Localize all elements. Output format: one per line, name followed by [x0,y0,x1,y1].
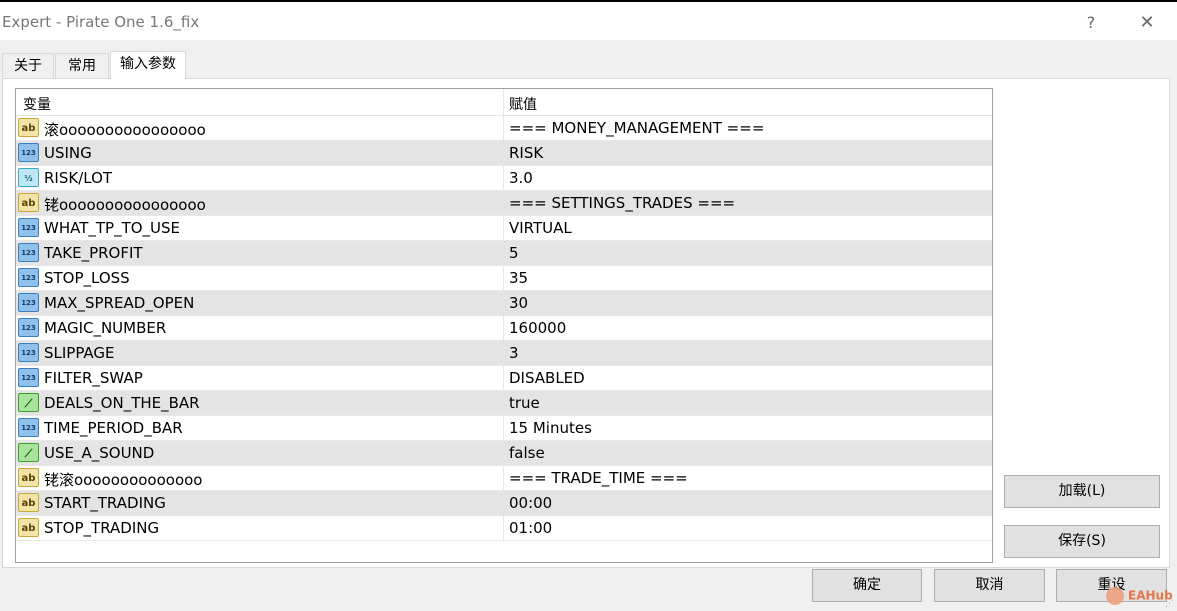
table-row[interactable]: 123 MAX_SPREAD_OPEN 30 [16,291,992,316]
table-row[interactable]: 123 MAGIC_NUMBER 160000 [16,316,992,341]
string-type-icon: ab [18,193,39,212]
int-type-icon: 123 [18,218,39,237]
parameter-name: 滚oooooooooooooooo [44,121,206,139]
parameter-value[interactable]: === MONEY_MANAGEMENT === [509,119,764,137]
bool-type-icon: ⟋ [18,393,39,412]
parameter-name: USE_A_SOUND [44,444,155,462]
parameter-value[interactable]: 15 Minutes [509,419,592,437]
help-icon[interactable]: ? [1076,10,1106,36]
parameter-value[interactable]: RISK [509,144,543,162]
parameter-value[interactable]: VIRTUAL [509,219,572,237]
table-row[interactable]: ab 铑oooooooooooooooo === SETTINGS_TRADES =… [16,191,992,216]
inputs-panel: 变量 赋值 ab 滚oooooooooooooooo === MONEY_MANAG… [2,78,1170,568]
table-row[interactable]: 123 TAKE_PROFIT 5 [16,241,992,266]
parameter-name: FILTER_SWAP [44,369,143,387]
parameter-name: 铑oooooooooooooooo [44,196,206,214]
string-type-icon: ab [18,493,39,512]
parameter-name: START_TRADING [44,494,166,512]
table-row[interactable]: 123 SLIPPAGE 3 [16,341,992,366]
resize-grip-icon[interactable]: ⋰ [1165,599,1175,609]
int-type-icon: 123 [18,143,39,162]
parameter-value[interactable]: === TRADE_TIME === [509,469,688,487]
parameter-name: DEALS_ON_THE_BAR [44,394,200,412]
parameter-value[interactable]: 3.0 [509,169,533,187]
parameter-name: 铑滚oooooooooooooo [44,471,203,489]
parameter-name: TAKE_PROFIT [44,244,143,262]
ok-button[interactable]: 确定 [812,569,922,602]
load-button[interactable]: 加载(L) [1004,475,1160,508]
int-type-icon: 123 [18,268,39,287]
parameter-value[interactable]: true [509,394,540,412]
parameter-name: STOP_TRADING [44,519,160,537]
parameter-value[interactable]: 160000 [509,319,566,337]
tab-inputs[interactable]: 输入参数 [110,51,186,79]
parameter-name: TIME_PERIOD_BAR [44,419,183,437]
parameter-value[interactable]: 01:00 [509,519,552,537]
parameter-value[interactable]: 35 [509,269,528,287]
parameter-name: RISK/LOT [44,169,113,187]
int-type-icon: 123 [18,368,39,387]
table-row[interactable]: ab START_TRADING 00:00 [16,491,992,516]
table-row[interactable]: 123 STOP_LOSS 35 [16,266,992,291]
table-row[interactable]: ½ RISK/LOT 3.0 [16,166,992,191]
table-row[interactable]: 123 WHAT_TP_TO_USE VIRTUAL [16,216,992,241]
parameter-value[interactable]: 3 [509,344,519,362]
table-row[interactable]: ⟋ USE_A_SOUND false [16,441,992,466]
column-header-variable[interactable]: 变量 [23,94,51,114]
parameters-grid: 变量 赋值 ab 滚oooooooooooooooo === MONEY_MANAG… [15,88,993,563]
int-type-icon: 123 [18,293,39,312]
table-row[interactable]: 123 TIME_PERIOD_BAR 15 Minutes [16,416,992,441]
table-row[interactable]: 123 USING RISK [16,141,992,166]
int-type-icon: 123 [18,243,39,262]
string-type-icon: ab [18,468,39,487]
table-row[interactable]: ab 铑滚oooooooooooooo === TRADE_TIME === [16,466,992,491]
parameter-value[interactable]: 00:00 [509,494,552,512]
save-button[interactable]: 保存(S) [1004,525,1160,558]
table-row[interactable]: ab STOP_TRADING 01:00 [16,516,992,541]
parameter-value[interactable]: === SETTINGS_TRADES === [509,194,735,212]
table-row[interactable]: ab 滚oooooooooooooooo === MONEY_MANAGEMENT … [16,116,992,141]
parameter-name: MAGIC_NUMBER [44,319,167,337]
grid-header: 变量 赋值 [16,89,992,116]
watermark: EAHub [1106,587,1173,605]
parameter-value[interactable]: DISABLED [509,369,585,387]
window-title: Expert - Pirate One 1.6_fix [2,13,200,31]
parameter-value[interactable]: 5 [509,244,519,262]
string-type-icon: ab [18,118,39,137]
parameter-name: SLIPPAGE [44,344,115,362]
parameter-name: USING [44,144,92,162]
cancel-button[interactable]: 取消 [934,569,1045,602]
int-type-icon: 123 [18,418,39,437]
table-row[interactable]: 123 FILTER_SWAP DISABLED [16,366,992,391]
title-bar: Expert - Pirate One 1.6_fix ? ✕ [0,0,1177,40]
watermark-logo-icon [1106,587,1124,605]
bool-type-icon: ⟋ [18,443,39,462]
int-type-icon: 123 [18,318,39,337]
double-type-icon: ½ [18,168,39,187]
parameter-name: MAX_SPREAD_OPEN [44,294,195,312]
parameter-value[interactable]: false [509,444,545,462]
parameter-name: WHAT_TP_TO_USE [44,219,181,237]
close-icon[interactable]: ✕ [1132,10,1162,36]
parameter-value[interactable]: 30 [509,294,528,312]
string-type-icon: ab [18,518,39,537]
tab-common[interactable]: 常用 [55,53,109,78]
table-row[interactable]: ⟋ DEALS_ON_THE_BAR true [16,391,992,416]
int-type-icon: 123 [18,343,39,362]
parameter-name: STOP_LOSS [44,269,130,287]
column-header-value[interactable]: 赋值 [509,94,537,114]
tab-about[interactable]: 关于 [2,53,54,78]
